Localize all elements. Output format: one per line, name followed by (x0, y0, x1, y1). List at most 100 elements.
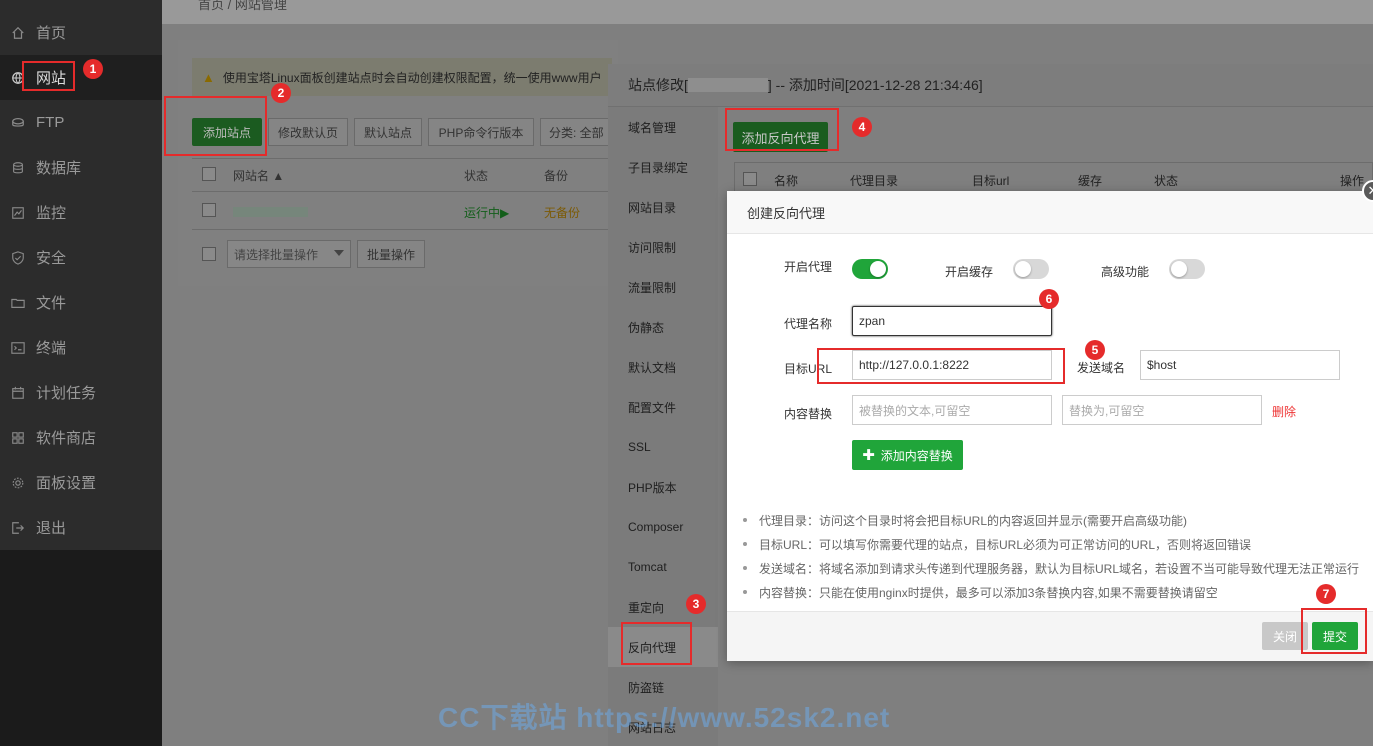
send-domain-input[interactable]: $host (1140, 350, 1340, 380)
sidebar-item-cron[interactable]: 计划任务 (0, 370, 162, 415)
watermark: CC下载站 https://www.52sk2.net (438, 702, 891, 733)
terminal-icon (10, 340, 26, 356)
add-content-replace-label: 添加内容替换 (880, 448, 953, 463)
select-all-checkbox[interactable] (202, 167, 216, 181)
help-item: 目标URL：可以填写你需要代理的站点，目标URL必须为可正常访问的URL，否则将… (741, 532, 1371, 556)
site-name-redacted[interactable] (233, 207, 308, 217)
menu-composer[interactable]: Composer (608, 507, 718, 547)
ftp-icon (10, 115, 26, 131)
content-replace-label: 内容替换 (784, 407, 833, 421)
menu-rewrite[interactable]: 伪静态 (608, 307, 718, 347)
home-icon (10, 25, 26, 41)
proxy-name-input[interactable]: zpan (852, 306, 1052, 336)
menu-domain-management[interactable]: 域名管理 (608, 107, 718, 147)
main-header (162, 0, 1373, 24)
annotation-badge-5: 5 (1085, 340, 1105, 360)
sidebar-item-store[interactable]: 软件商店 (0, 415, 162, 460)
sidebar-item-label: 软件商店 (36, 430, 97, 447)
sidebar-item-ftp[interactable]: FTP (0, 100, 162, 145)
site-name-redacted (687, 78, 768, 92)
proxy-name-label: 代理名称 (784, 317, 833, 331)
sidebar-item-home[interactable]: 首页 (0, 10, 162, 55)
menu-default-document[interactable]: 默认文档 (608, 347, 718, 387)
sidebar-item-label: 安全 (36, 250, 67, 267)
advanced-label: 高级功能 (1101, 265, 1150, 279)
menu-site-directory[interactable]: 网站目录 (608, 187, 718, 227)
default-site-button[interactable]: 默认站点 (354, 118, 422, 146)
sidebar-item-settings[interactable]: 面板设置 (0, 460, 162, 505)
advanced-toggle[interactable] (1169, 259, 1205, 279)
proxy-select-all-checkbox[interactable] (743, 172, 757, 186)
annotation-box-add-site (164, 96, 267, 156)
annotation-box-target-url (817, 348, 1065, 384)
sidebar-item-label: 终端 (36, 340, 67, 357)
sidebar-item-label: 首页 (36, 25, 67, 42)
menu-tomcat[interactable]: Tomcat (608, 547, 718, 587)
replace-to-input[interactable]: 替换为,可留空 (1062, 395, 1262, 425)
annotation-badge-7: 7 (1316, 584, 1336, 604)
warning-icon: ▲ (202, 69, 215, 85)
title-suffix: ] -- 添加时间[2021-12-28 21:34:46] (767, 77, 983, 93)
column-status: 状态 (464, 169, 489, 183)
menu-config-file[interactable]: 配置文件 (608, 387, 718, 427)
site-window-title: 站点修改[ ] -- 添加时间[2021-12-28 21:34:46] (608, 64, 1373, 107)
folder-icon (10, 295, 26, 311)
menu-access-limit[interactable]: 访问限制 (608, 227, 718, 267)
monitor-icon (10, 205, 26, 221)
sidebar-item-label: 监控 (36, 205, 67, 222)
annotation-box-submit (1301, 608, 1367, 654)
plus-icon: ✚ (862, 447, 875, 464)
enable-proxy-toggle[interactable] (852, 259, 888, 279)
sidebar-item-security[interactable]: 安全 (0, 235, 162, 280)
permission-alert: ▲ 使用宝塔Linux面板创建站点时会自动创建权限配置，统一使用www用户 (192, 58, 612, 96)
sidebar-item-terminal[interactable]: 终端 (0, 325, 162, 370)
help-item: 代理目录：访问这个目录时将会把目标URL的内容返回并显示(需要开启高级功能) (741, 508, 1371, 532)
sidebar-item-files[interactable]: 文件 (0, 280, 162, 325)
batch-operation-button[interactable]: 批量操作 (357, 240, 425, 268)
sidebar-item-label: FTP (36, 114, 65, 131)
row-checkbox[interactable] (202, 203, 216, 217)
sidebar-item-database[interactable]: 数据库 (0, 145, 162, 190)
column-cache: 缓存 (1078, 174, 1103, 188)
help-item: 内容替换：只能在使用nginx时提供，最多可以添加3条替换内容,如果不需要替换请… (741, 580, 1371, 604)
enable-cache-toggle[interactable] (1013, 259, 1049, 279)
edit-default-page-button[interactable]: 修改默认页 (268, 118, 348, 146)
batch-checkbox[interactable] (202, 247, 216, 261)
column-target-url: 目标url (972, 174, 1010, 188)
column-status: 状态 (1154, 174, 1179, 188)
sidebar-item-label: 计划任务 (36, 385, 97, 402)
annotation-badge-4: 4 (852, 117, 872, 137)
annotation-box-reverse-proxy (621, 622, 692, 665)
dialog-title: 创建反向代理 (727, 191, 1373, 234)
status-running[interactable]: 运行中▶ (464, 204, 509, 221)
menu-php-version[interactable]: PHP版本 (608, 467, 718, 507)
annotation-badge-3: 3 (686, 594, 706, 614)
sidebar-item-monitor[interactable]: 监控 (0, 190, 162, 235)
annotation-badge-2: 2 (271, 83, 291, 103)
replace-from-input[interactable]: 被替换的文本,可留空 (852, 395, 1052, 425)
help-item: 发送域名：将域名添加到请求头传递到代理服务器，默认为目标URL域名，若设置不当可… (741, 556, 1371, 580)
backup-none[interactable]: 无备份 (544, 204, 580, 221)
grid-icon (10, 430, 26, 446)
column-backup: 备份 (544, 169, 569, 183)
calendar-icon (10, 385, 26, 401)
shield-icon (10, 250, 26, 266)
category-select[interactable]: 分类: 全部 (540, 118, 612, 146)
menu-ssl[interactable]: SSL (608, 427, 718, 467)
enable-proxy-label: 开启代理 (784, 260, 833, 274)
batch-operation-select[interactable]: 请选择批量操作 (227, 240, 351, 268)
add-content-replace-button[interactable]: ✚ 添加内容替换 (852, 440, 963, 470)
menu-subdirectory-binding[interactable]: 子目录绑定 (608, 147, 718, 187)
column-name: 名称 (774, 174, 799, 188)
gear-icon (10, 475, 26, 491)
enable-cache-label: 开启缓存 (945, 265, 994, 279)
delete-replace-link[interactable]: 删除 (1272, 403, 1296, 420)
menu-traffic-limit[interactable]: 流量限制 (608, 267, 718, 307)
send-domain-label: 发送域名 (1077, 361, 1126, 375)
sidebar-item-logout[interactable]: 退出 (0, 505, 162, 550)
breadcrumb: 首页 / 网站管理 (198, 0, 287, 12)
database-icon (10, 160, 26, 176)
help-list: 代理目录：访问这个目录时将会把目标URL的内容返回并显示(需要开启高级功能) 目… (741, 508, 1371, 604)
column-site-name[interactable]: 网站名 ▲ (233, 167, 284, 184)
php-cli-version-button[interactable]: PHP命令行版本 (428, 118, 534, 146)
